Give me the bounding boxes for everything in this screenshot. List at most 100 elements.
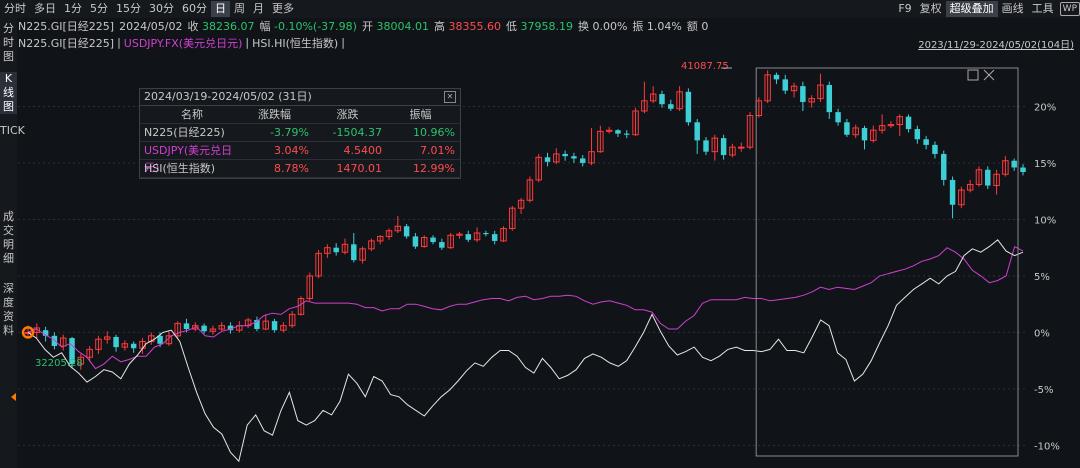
tool-button[interactable]: F9 bbox=[894, 1, 915, 17]
col-name: 名称 bbox=[181, 108, 203, 121]
period-tab[interactable]: 更多 bbox=[268, 1, 298, 17]
candle-body bbox=[403, 226, 410, 237]
close-value: 38236.07 bbox=[201, 20, 255, 33]
period-tab[interactable]: 多日 bbox=[30, 1, 60, 17]
candle-body bbox=[201, 325, 207, 332]
candle-body bbox=[483, 233, 489, 235]
overlay-line bbox=[27, 239, 1024, 463]
candle-body bbox=[835, 112, 841, 123]
candle-body bbox=[615, 130, 621, 134]
candle-body bbox=[659, 94, 665, 105]
close-label: 收 bbox=[187, 20, 199, 33]
security-name: N225.GI[日经225] bbox=[18, 20, 115, 33]
candle-body bbox=[703, 140, 709, 152]
y-tick-label: 15% bbox=[1034, 159, 1056, 170]
candle-body bbox=[685, 91, 692, 123]
candle-body bbox=[914, 129, 921, 140]
candle-body bbox=[985, 169, 991, 186]
interval-stats-panel: 2024/03/19-2024/05/02 (31日) ✕ 名称 涨跌幅 涨跌 … bbox=[139, 88, 461, 179]
candle-body bbox=[782, 79, 788, 91]
turnover-value: 0.00% bbox=[592, 20, 628, 33]
side-tab[interactable]: 成交明细 bbox=[0, 210, 17, 266]
candle-body bbox=[430, 237, 436, 243]
stats-row[interactable]: HSI(恒生指数) 8.78% 1470.01 12.99% bbox=[140, 160, 460, 178]
candle-body bbox=[941, 153, 947, 180]
period-tab[interactable]: 1分 bbox=[60, 1, 86, 17]
quote-line: N225.GI[日经225] 2024/05/02 收 38236.07 幅 -… bbox=[18, 18, 713, 34]
amount-label: 额 bbox=[686, 20, 698, 33]
tool-button[interactable]: 工具 bbox=[1028, 1, 1058, 17]
candle-body bbox=[333, 247, 339, 253]
stats-cell-pct: 8.78% bbox=[274, 162, 309, 175]
interval-box bbox=[755, 67, 1019, 457]
candle-body bbox=[439, 242, 445, 248]
side-tab[interactable]: 深度资料 bbox=[0, 282, 17, 338]
tool-buttons: F9 复权 超级叠加 画线 工具 WP bbox=[894, 0, 1080, 18]
stats-row[interactable]: N225(日经225) -3.79% -1504.37 10.96% bbox=[140, 124, 460, 142]
period-tab[interactable]: 月 bbox=[249, 1, 268, 17]
period-tabs: 分时 多日 1分 5分 15分 30分 60分日周月更多 bbox=[0, 0, 298, 18]
candle-body bbox=[800, 86, 806, 102]
side-tab[interactable]: K线图 bbox=[0, 72, 17, 114]
low-label: 低 bbox=[505, 20, 517, 33]
stats-cell-name: N225(日经225) bbox=[144, 126, 225, 139]
stats-cell-pct: -3.79% bbox=[270, 126, 309, 139]
candle-body bbox=[571, 156, 577, 159]
amplitude-label: 振 bbox=[632, 20, 644, 33]
y-tick-label: -5% bbox=[1034, 385, 1053, 396]
candle-body bbox=[113, 336, 119, 348]
stats-cell-amp: 7.01% bbox=[420, 144, 455, 157]
overlay-main[interactable]: N225.GI[日经225] bbox=[18, 35, 114, 51]
candle-body bbox=[668, 104, 674, 109]
amount-value: 0 bbox=[701, 20, 709, 33]
high-label: 高 bbox=[433, 20, 445, 33]
candle-body bbox=[562, 153, 568, 157]
stats-cell-name: USDJPY(美元兑日元) bbox=[144, 144, 233, 174]
stats-cell-chg: 4.5400 bbox=[343, 144, 383, 157]
tool-button[interactable]: 复权 bbox=[916, 1, 946, 17]
candle-body bbox=[826, 85, 833, 113]
candle-body bbox=[932, 144, 938, 154]
stats-title-text: 2024/03/19-2024/05/02 (31日) bbox=[144, 90, 312, 103]
stats-title: 2024/03/19-2024/05/02 (31日) ✕ bbox=[140, 89, 460, 106]
candle-body bbox=[905, 116, 912, 130]
overlay-usdjpy[interactable]: USDJPY.FX(美元兑日元) bbox=[124, 35, 243, 51]
y-tick-label: 10% bbox=[1034, 215, 1056, 226]
candle-body bbox=[1011, 160, 1017, 168]
amplitude-value: 1.04% bbox=[646, 20, 682, 33]
side-tab[interactable]: 分时图 bbox=[0, 22, 17, 64]
high-label: 41087.75 bbox=[681, 61, 729, 72]
period-tab[interactable]: 周 bbox=[230, 1, 249, 17]
tool-button[interactable]: 画线 bbox=[998, 1, 1028, 17]
overlay-hsi[interactable]: HSI.HI(恒生指数) bbox=[252, 35, 338, 51]
candle-body bbox=[183, 323, 190, 330]
period-tab[interactable]: 60分 bbox=[178, 1, 211, 17]
stats-row[interactable]: USDJPY(美元兑日元) 3.04% 4.5400 7.01% bbox=[140, 142, 460, 174]
tool-button[interactable]: 超级叠加 bbox=[945, 1, 998, 17]
overlay-sep: | bbox=[117, 36, 121, 49]
left-arrow-icon[interactable] bbox=[11, 393, 16, 401]
period-tab[interactable]: 日 bbox=[211, 1, 230, 17]
overlay-legend: N225.GI[日经225] | USDJPY.FX(美元兑日元) | HSI.… bbox=[18, 35, 348, 50]
candle-body bbox=[544, 157, 551, 162]
period-tab[interactable]: 5分 bbox=[86, 1, 112, 17]
close-icon[interactable]: ✕ bbox=[444, 91, 456, 103]
maximize-icon bbox=[967, 69, 979, 81]
y-tick-label: 0% bbox=[1034, 328, 1050, 339]
stats-cell-name: HSI(恒生指数) bbox=[144, 162, 216, 175]
period-tab[interactable]: 分时 bbox=[0, 1, 30, 17]
candle-body bbox=[949, 179, 956, 205]
period-tab[interactable]: 15分 bbox=[112, 1, 145, 17]
side-tab[interactable]: TICK bbox=[0, 124, 25, 138]
y-tick-label: 5% bbox=[1034, 272, 1050, 283]
stats-header-row: 名称 涨跌幅 涨跌 振幅 bbox=[140, 106, 460, 124]
date-range[interactable]: 2023/11/29-2024/05/02(104日) bbox=[918, 36, 1074, 51]
change-label: 幅 bbox=[259, 20, 271, 33]
period-tab[interactable]: 30分 bbox=[145, 1, 178, 17]
candle-body bbox=[844, 122, 850, 135]
candle-body bbox=[130, 343, 137, 349]
low-value: 37958.19 bbox=[520, 20, 573, 33]
overlay-sep: | bbox=[245, 36, 250, 49]
candle-body bbox=[861, 127, 868, 141]
wp-icon[interactable]: WP bbox=[1059, 2, 1080, 16]
